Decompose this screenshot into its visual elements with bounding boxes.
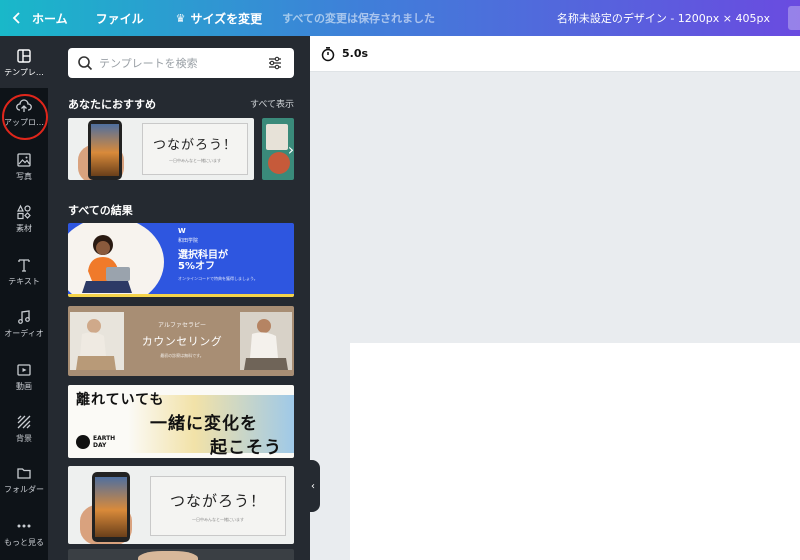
save-status: すべての変更は保存されました — [282, 12, 435, 25]
crown-icon: ♛ — [175, 11, 186, 25]
person-image — [70, 312, 124, 370]
template-headline-1: 選択科目が — [178, 250, 228, 261]
top-bar: ホーム ファイル ♛ サイズを変更 すべての変更は保存されました 名称未設定のデ… — [0, 0, 800, 36]
template-headline-1: 離れていても — [76, 392, 165, 408]
rail-item-backgrounds[interactable]: 背景 — [0, 414, 48, 444]
person-image — [82, 235, 132, 293]
search-input[interactable] — [99, 56, 259, 70]
template-small-text: オンラインコードで特典を獲得しましょう。 — [178, 276, 258, 281]
rail-item-photos[interactable]: 写真 — [0, 152, 48, 182]
template-result-card[interactable]: 離れていても 一緒に変化を 起こそう EARTH DAY — [68, 385, 294, 458]
template-result-card[interactable]: アルファセラピー カウンセリング 最初の診察は無料です。 — [68, 306, 294, 376]
rail-label: 写真 — [16, 172, 32, 181]
filter-icon[interactable] — [267, 55, 283, 71]
rail-item-elements[interactable]: 素材 — [0, 204, 48, 234]
template-result-card[interactable]: W 和田学院 選択科目が 5%オフ オンラインコードで特典を獲得しましょう。 — [68, 223, 294, 297]
rail-label: 背景 — [16, 434, 32, 443]
show-all-link[interactable]: すべて表示 — [250, 97, 294, 110]
home-label: ホーム — [32, 11, 68, 26]
template-frame: つながろう！ 一日中みんなと一緒にいます — [150, 476, 286, 536]
template-brand: W — [178, 227, 186, 235]
template-text: つながろう！ — [152, 138, 237, 153]
home-button[interactable]: ホーム — [12, 10, 68, 27]
template-small-text: 最初の診察は無料です。 — [160, 353, 204, 358]
earth-logo-icon — [76, 435, 90, 449]
rail-label: 動画 — [16, 382, 32, 391]
recommended-template-card[interactable]: つながろう！ 一日中みんなと一緒にいます — [68, 118, 254, 180]
annotation-circle — [2, 94, 48, 140]
rail-label: もっと見る — [4, 538, 44, 547]
resize-label: サイズを変更 — [190, 11, 263, 26]
all-results-heading: すべての結果 — [68, 204, 133, 217]
chevron-right-icon[interactable]: › — [282, 138, 300, 160]
elements-icon — [17, 204, 31, 220]
template-result-card[interactable] — [68, 549, 294, 560]
search-box[interactable] — [68, 48, 294, 78]
template-subtext: 一日中みんなと一緒にいます — [192, 516, 244, 522]
rail-label: テンプレ… — [4, 68, 44, 77]
topbar-edge-button[interactable] — [788, 6, 800, 30]
template-result-card[interactable]: つながろう！ 一日中みんなと一緒にいます — [68, 466, 294, 544]
video-play-icon — [17, 364, 31, 376]
music-note-icon — [18, 310, 30, 324]
template-headline: カウンセリング — [141, 335, 223, 348]
background-pattern-icon — [17, 415, 31, 429]
rail-label: フォルダー — [4, 485, 44, 494]
document-title[interactable]: 名称未設定のデザイン - 1200px × 405px — [557, 10, 770, 26]
phone-image — [88, 120, 122, 180]
rail-label: 素材 — [16, 224, 32, 233]
rail-item-folders[interactable]: フォルダー — [0, 465, 48, 495]
template-headline-2: 5%オフ — [178, 261, 215, 272]
folder-icon — [17, 468, 31, 479]
recommended-heading: あなたにおすすめ — [68, 98, 156, 111]
template-kicker: アルファセラピー — [158, 322, 206, 329]
template-frame: つながろう！ 一日中みんなと一緒にいます — [142, 123, 248, 175]
rail-item-audio[interactable]: オーディオ — [0, 309, 48, 339]
file-label: ファイル — [95, 11, 144, 26]
template-icon — [17, 49, 31, 63]
template-text: つながろう！ — [169, 491, 266, 510]
rail-label: テキスト — [8, 277, 40, 286]
rail-label: オーディオ — [4, 329, 44, 338]
timer-icon[interactable] — [320, 46, 336, 62]
template-headline-2: 一緒に変化を — [150, 414, 258, 434]
design-canvas[interactable] — [350, 343, 800, 560]
rail-item-text[interactable]: テキスト — [0, 257, 48, 287]
person-image — [240, 312, 292, 370]
rail-item-videos[interactable]: 動画 — [0, 362, 48, 392]
template-subtext: 一日中みんなと一緒にいます — [169, 158, 221, 163]
collapse-panel-button[interactable]: ‹ — [306, 460, 320, 512]
phone-image — [92, 472, 130, 542]
editor-toolbar: 5.0s — [310, 36, 800, 72]
template-school: 和田学院 — [178, 238, 199, 244]
template-headline-3: 起こそう — [210, 438, 282, 458]
more-dots-icon — [17, 524, 31, 528]
text-icon — [18, 259, 30, 272]
photo-icon — [17, 153, 31, 167]
template-text-block: W 和田学院 選択科目が 5%オフ オンラインコードで特典を獲得しましょう。 — [178, 227, 258, 282]
earth-day-logo-text: EARTH DAY — [93, 435, 116, 449]
rail-item-templates[interactable]: テンプレ… — [0, 36, 48, 88]
resize-button[interactable]: ♛ サイズを変更 — [176, 10, 263, 27]
template-text-block: アルファセラピー カウンセリング 最初の診察は無料です。 — [128, 320, 236, 359]
search-icon — [78, 56, 93, 71]
duration-label[interactable]: 5.0s — [342, 47, 368, 60]
templates-panel: あなたにおすすめ すべて表示 つながろう！ 一日中みんなと一緒にいます › すべ… — [48, 36, 310, 560]
chevron-left-icon — [12, 12, 20, 24]
file-menu-button[interactable]: ファイル — [96, 10, 144, 27]
rail-item-more[interactable]: もっと見る — [0, 518, 48, 548]
